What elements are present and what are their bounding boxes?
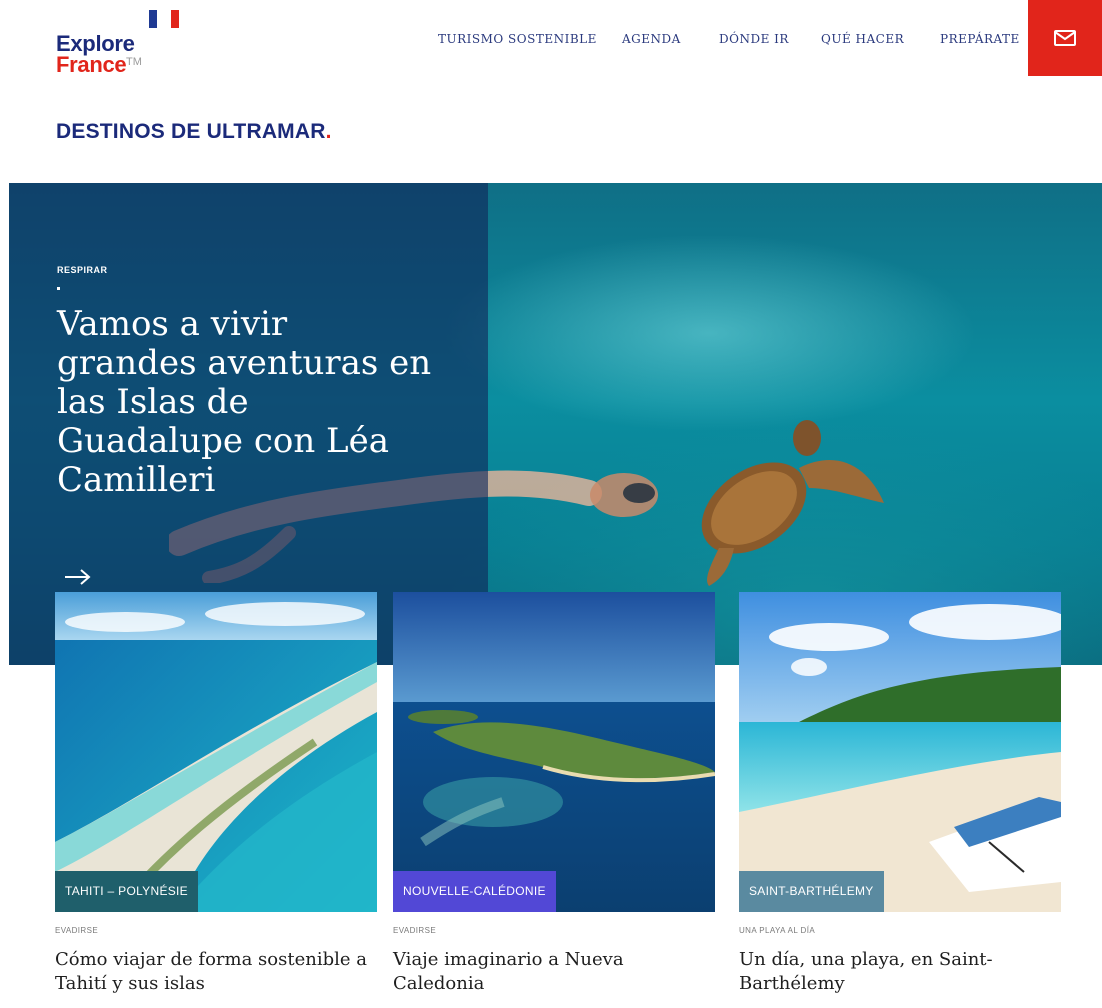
card-category: EVADIRSE: [55, 926, 99, 935]
site-header: Explore France TM TURISMO SOSTENIBLE AGE…: [0, 0, 1102, 104]
card-category: EVADIRSE: [393, 926, 437, 935]
explore-france-logo[interactable]: Explore France TM: [56, 10, 179, 84]
card-badge-nouvelle-caledonie[interactable]: NOUVELLE-CALÉDONIE: [393, 871, 556, 912]
nav-item-donde-ir[interactable]: DÓNDE IR: [719, 32, 789, 46]
section-title-text: DESTINOS DE ULTRAMAR: [56, 120, 326, 143]
nav-item-agenda[interactable]: AGENDA: [622, 32, 681, 46]
section-title: DESTINOS DE ULTRAMAR.: [56, 120, 332, 144]
logo-text-france: France: [56, 52, 127, 77]
contact-button[interactable]: [1028, 0, 1102, 76]
card-image-saint-barthelemy[interactable]: SAINT-BARTHÉLEMY: [739, 592, 1061, 912]
card-title[interactable]: Viaje imaginario a Nueva Caledonia: [393, 948, 715, 996]
card-category: UNA PLAYA AL DÍA: [739, 926, 816, 935]
destination-card-tahiti[interactable]: TAHITI – POLYNÉSIE EVADIRSE Cómo viajar …: [55, 592, 377, 994]
nav-item-turismo-sostenible[interactable]: TURISMO SOSTENIBLE: [438, 32, 597, 46]
card-image-nouvelle-caledonie[interactable]: NOUVELLE-CALÉDONIE: [393, 592, 715, 912]
card-title[interactable]: Un día, una playa, en Saint-Barthélemy: [739, 948, 1061, 996]
hero-title[interactable]: Vamos a vivir grandes aventuras en las I…: [57, 305, 437, 500]
destination-card-saint-barthelemy[interactable]: SAINT-BARTHÉLEMY UNA PLAYA AL DÍA Un día…: [739, 592, 1061, 994]
arrow-right-icon[interactable]: [63, 567, 93, 587]
hero-category-label: RESPIRAR: [57, 265, 108, 275]
hero-category-marker: [57, 287, 60, 290]
nav-item-que-hacer[interactable]: QUÉ HACER: [821, 32, 904, 46]
atoll-aerial-image: [55, 592, 377, 912]
island-aerial-image: [393, 592, 715, 912]
mail-icon: [1054, 30, 1076, 46]
logo-trademark: TM: [126, 56, 142, 68]
sea-turtle-illustration: [701, 420, 884, 586]
beach-boat-image: [739, 592, 1061, 912]
card-badge-saint-barthelemy[interactable]: SAINT-BARTHÉLEMY: [739, 871, 884, 912]
card-badge-tahiti[interactable]: TAHITI – POLYNÉSIE: [55, 871, 198, 912]
nav-item-preparate[interactable]: PREPÁRATE: [940, 32, 1020, 46]
french-flag-icon: [149, 10, 179, 28]
card-title[interactable]: Cómo viajar de forma sostenible a Tahití…: [55, 948, 377, 996]
section-title-dot: .: [325, 120, 332, 143]
destination-card-nouvelle-caledonie[interactable]: NOUVELLE-CALÉDONIE EVADIRSE Viaje imagin…: [393, 592, 715, 994]
card-image-tahiti[interactable]: TAHITI – POLYNÉSIE: [55, 592, 377, 912]
